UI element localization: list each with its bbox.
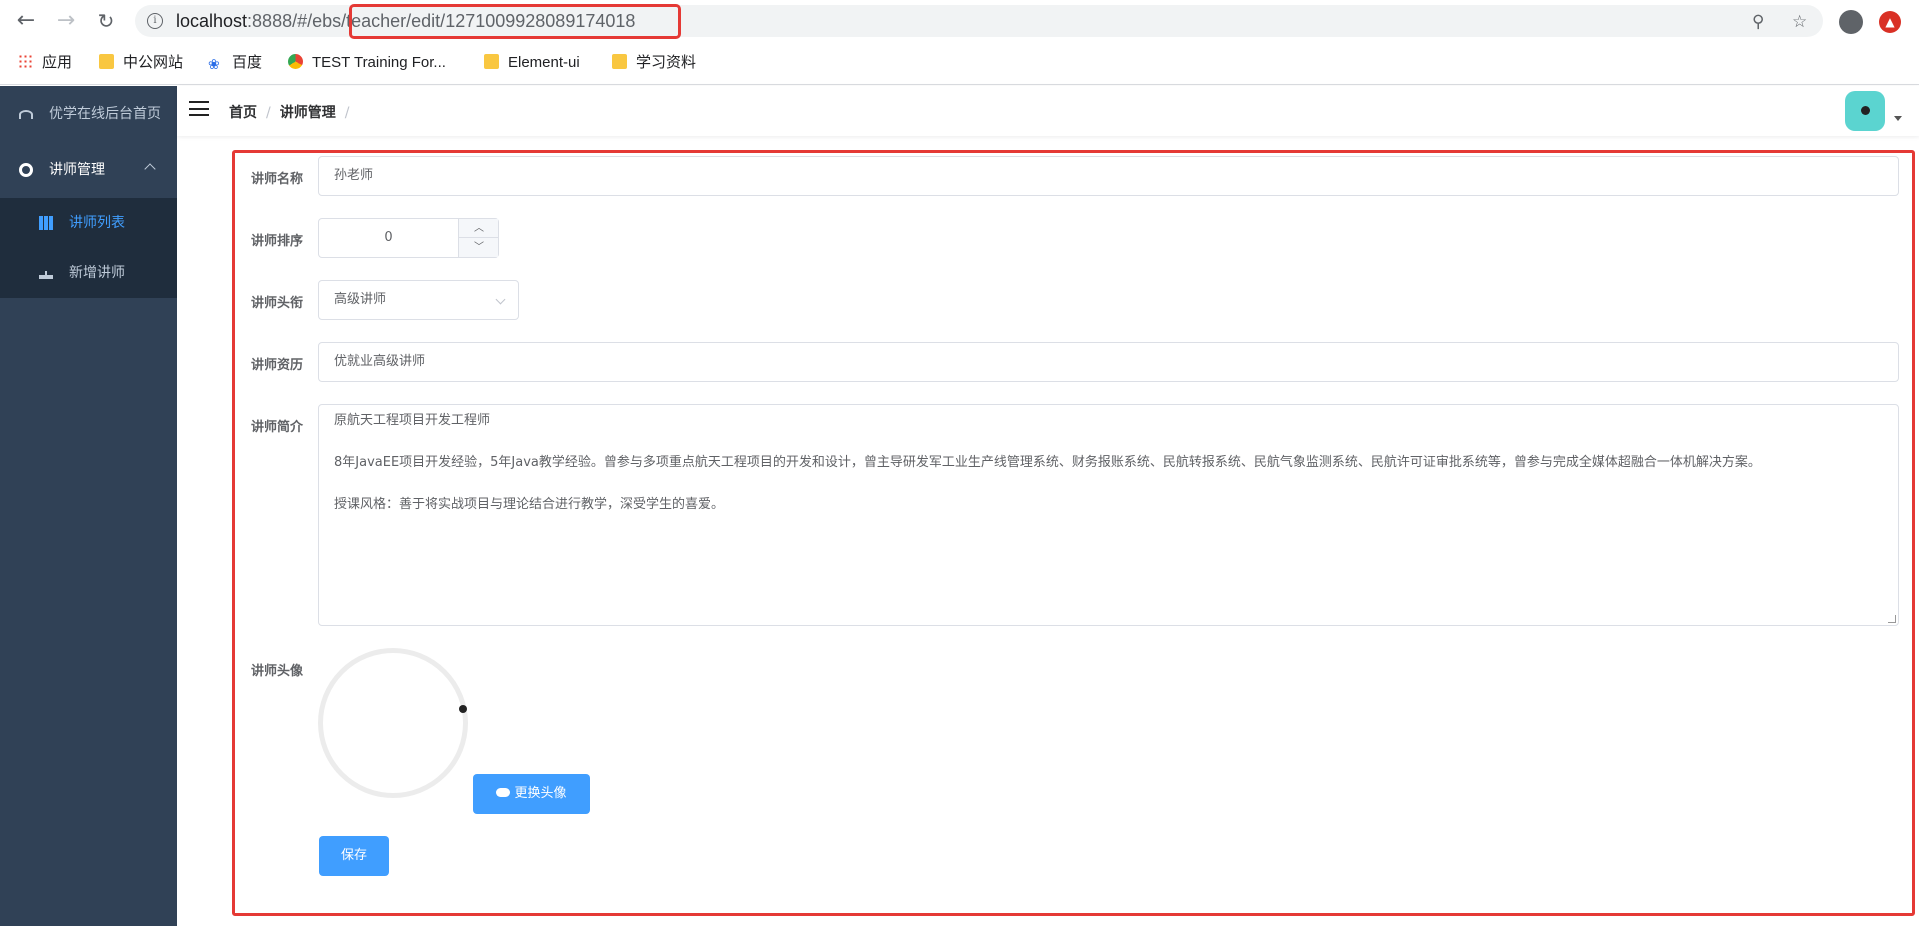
resize-handle[interactable] xyxy=(1888,615,1896,623)
level-label: 讲师头衔 xyxy=(251,296,304,311)
change-avatar-button[interactable]: 更换头像 xyxy=(473,774,590,814)
intro-line: 原航天工程项目开发工程师 xyxy=(334,413,491,428)
back-arrow-icon[interactable]: ← xyxy=(14,9,38,33)
folder-icon xyxy=(612,54,627,69)
sidebar-item-teacher-list[interactable]: 讲师列表 xyxy=(0,198,177,248)
breadcrumb-home[interactable]: 首页 xyxy=(229,105,257,121)
sidebar: 优学在线后台首页 讲师管理 讲师列表 新增讲师 xyxy=(0,86,177,926)
breadcrumb: 首页 / 讲师管理 / xyxy=(229,102,358,122)
navbar: 首页 / 讲师管理 / xyxy=(177,86,1919,136)
increase-button[interactable]: ︿ xyxy=(459,219,499,238)
career-label: 讲师资历 xyxy=(251,358,304,373)
name-label: 讲师名称 xyxy=(251,172,304,187)
star-icon[interactable]: ☆ xyxy=(1792,12,1807,32)
level-select[interactable]: 高级讲师 xyxy=(318,280,519,320)
url-annotation-box xyxy=(349,4,681,39)
zoom-icon[interactable]: ⚲ xyxy=(1752,12,1764,32)
intro-line: 授课风格：善于将实战项目与理论结合进行教学，深受学生的喜爱。 xyxy=(334,497,725,512)
hamburger-icon[interactable] xyxy=(189,101,209,116)
save-button[interactable]: 保存 xyxy=(319,836,389,876)
breadcrumb-teacher-management: 讲师管理 xyxy=(279,105,336,121)
sidebar-item-add-teacher[interactable]: 新增讲师 xyxy=(0,248,177,298)
user-avatar[interactable] xyxy=(1845,91,1885,131)
folder-icon xyxy=(99,54,114,69)
bookmark-apps[interactable]: 应用 xyxy=(18,52,72,74)
info-icon[interactable]: i xyxy=(147,13,163,29)
browser-toolbar: ← → ↻ i localhost:8888/#/ebs/teacher/edi… xyxy=(0,0,1919,42)
baidu-paw-icon: ❀ xyxy=(208,56,220,72)
avatar-label: 讲师头像 xyxy=(251,664,304,679)
profile-icon[interactable] xyxy=(1839,10,1863,34)
intro-label: 讲师简介 xyxy=(251,420,304,435)
sort-label: 讲师排序 xyxy=(251,234,304,249)
bookmark-study[interactable]: 学习资料 xyxy=(612,52,696,74)
breadcrumb-separator: / xyxy=(266,105,271,121)
avatar-preview xyxy=(318,648,468,798)
breadcrumb-separator: / xyxy=(344,105,350,121)
bookmark-element-ui[interactable]: Element-ui xyxy=(484,52,580,74)
sort-value: 0 xyxy=(384,230,393,245)
bookmark-baidu[interactable]: ❀ 百度 xyxy=(208,52,262,74)
chevron-down-icon xyxy=(495,294,506,305)
cloud-upload-icon xyxy=(496,788,511,797)
apps-grid-icon xyxy=(18,54,33,69)
extension-icon[interactable]: ▲ xyxy=(1879,11,1901,33)
dashboard-icon xyxy=(19,110,33,119)
bookmark-zhonggong[interactable]: 中公网站 xyxy=(99,52,183,74)
sort-stepper[interactable]: 0 ︿ ﹀ xyxy=(318,218,499,258)
decrease-button[interactable]: ﹀ xyxy=(459,238,499,257)
forward-arrow-icon[interactable]: → xyxy=(54,9,78,33)
sidebar-item-label: 优学在线后台首页 xyxy=(49,106,161,122)
folder-icon xyxy=(484,54,499,69)
sidebar-item-dashboard[interactable]: 优学在线后台首页 xyxy=(0,86,177,142)
intro-textarea[interactable]: 原航天工程项目开发工程师 8年JavaEE项目开发经验，5年Java教学经验。曾… xyxy=(318,404,1899,626)
change-avatar-label: 更换头像 xyxy=(514,786,567,801)
caret-down-icon[interactable] xyxy=(1894,116,1902,121)
avatar-loading-dot xyxy=(459,705,467,713)
intro-line: 8年JavaEE项目开发经验，5年Java教学经验。曾参与多项重点航天工程项目的… xyxy=(334,455,1761,470)
sidebar-item-teacher-management[interactable]: 讲师管理 xyxy=(0,142,177,198)
tree-icon xyxy=(39,267,53,279)
career-input[interactable]: 优就业高级讲师 xyxy=(318,342,1899,382)
bookmark-test-training[interactable]: TEST Training For... xyxy=(288,52,446,74)
reload-icon[interactable]: ↻ xyxy=(94,9,118,33)
sidebar-item-label: 讲师管理 xyxy=(49,162,105,178)
teacher-name-input[interactable]: 孙老师 xyxy=(318,156,1899,196)
chevron-up-icon xyxy=(144,163,156,175)
table-icon xyxy=(39,216,53,230)
level-select-value: 高级讲师 xyxy=(334,292,387,307)
chrome-icon xyxy=(288,54,303,69)
sidebar-item-label: 新增讲师 xyxy=(69,265,125,281)
bookmarks-bar: 应用 中公网站 ❀ 百度 TEST Training For... Element… xyxy=(0,42,1919,85)
sidebar-item-label: 讲师列表 xyxy=(69,215,125,231)
gear-icon xyxy=(19,163,33,177)
